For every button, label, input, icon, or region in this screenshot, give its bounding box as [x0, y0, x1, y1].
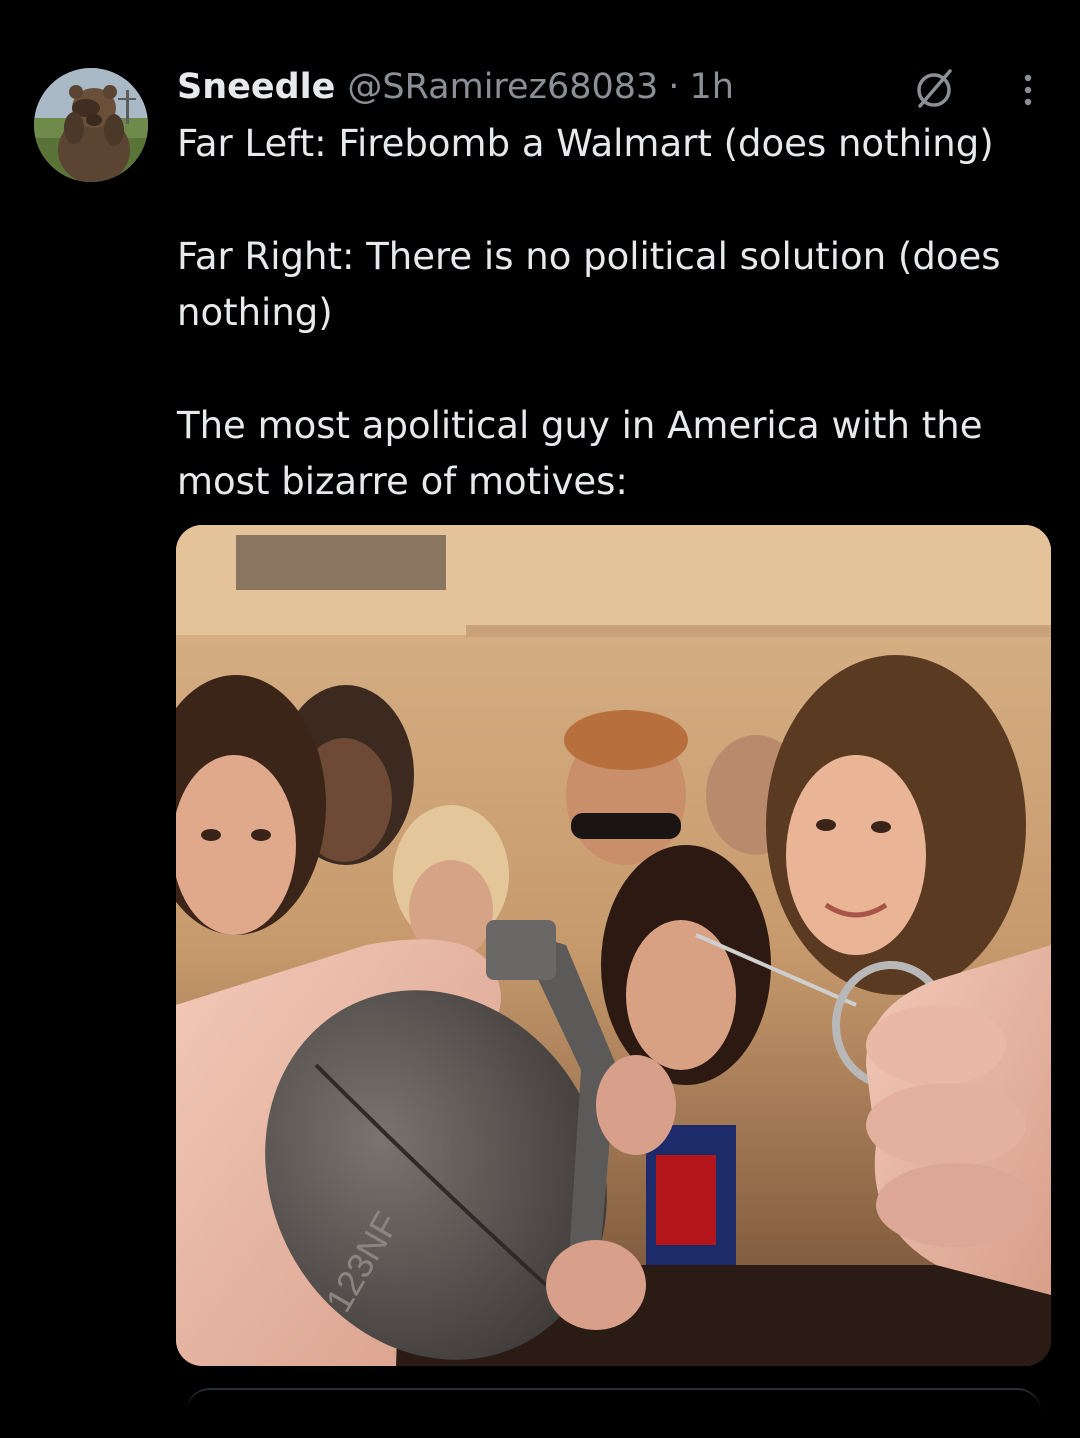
author-avatar[interactable]: [34, 68, 148, 182]
tweet-header: Sneedle @SRamirez68083 · 1h: [177, 62, 734, 112]
tweet-text: Far Left: Firebomb a Walmart (does nothi…: [177, 116, 1047, 511]
tweet: Sneedle @SRamirez68083 · 1h Far Left: Fi…: [0, 0, 1080, 1438]
grok-icon[interactable]: [910, 66, 958, 110]
bear-avatar-image: [34, 68, 148, 182]
header-separator: ·: [668, 67, 680, 107]
tweet-media-image[interactable]: 123NF: [176, 525, 1051, 1366]
author-handle[interactable]: @SRamirez68083: [347, 67, 658, 107]
tweet-timestamp[interactable]: 1h: [689, 67, 733, 107]
tweet-paragraph: Far Right: There is no political solutio…: [177, 234, 1001, 335]
author-display-name[interactable]: Sneedle: [177, 67, 335, 107]
tweet-paragraph: Far Left: Firebomb a Walmart (does nothi…: [177, 122, 994, 165]
bottom-card-edge: [186, 1388, 1041, 1412]
party-grenade-photo: 123NF: [176, 525, 1051, 1366]
tweet-paragraph: The most apolitical guy in America with …: [177, 403, 983, 504]
more-vertical-icon[interactable]: [1010, 66, 1046, 110]
